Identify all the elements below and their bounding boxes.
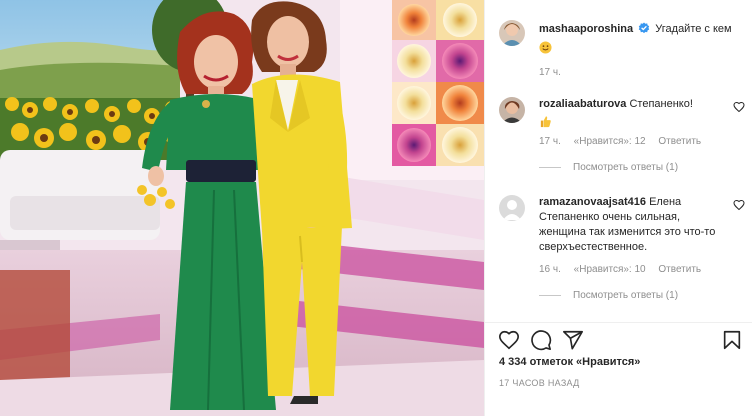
- likes-count[interactable]: 4 334 отметок «Нравится»: [499, 356, 640, 368]
- bookmark-icon[interactable]: [721, 329, 743, 351]
- comment-avatar[interactable]: [499, 195, 525, 221]
- comment-username[interactable]: ramazanovaajsat416: [539, 196, 646, 208]
- comment-likes[interactable]: «Нравится»: 10: [574, 264, 646, 275]
- comment-icon[interactable]: [530, 329, 552, 351]
- comment-time: 16 ч.: [539, 264, 561, 275]
- divider-line: [539, 295, 561, 296]
- comment-avatar[interactable]: [499, 97, 525, 123]
- caption-text: Угадайте с кем: [655, 23, 732, 35]
- action-bar: 4 334 отметок «Нравится» 17 ЧАСОВ НАЗАД: [485, 322, 752, 416]
- comment-time: 17 ч.: [539, 136, 561, 147]
- comment-username[interactable]: rozaliaabaturova: [539, 98, 626, 110]
- post-timestamp: 17 ЧАСОВ НАЗАД: [499, 378, 580, 388]
- heart-icon[interactable]: [498, 329, 520, 351]
- reply-button[interactable]: Ответить: [658, 136, 701, 147]
- view-replies-button[interactable]: Посмотреть ответы (1): [539, 290, 678, 301]
- author-avatar[interactable]: [499, 20, 525, 46]
- comment-1: rozaliaabaturova Степаненко!: [539, 97, 719, 133]
- post-photo[interactable]: [0, 0, 484, 416]
- view-replies-label: Посмотреть ответы (1): [573, 290, 679, 301]
- post-sidebar: mashaaporoshina Угадайте с кем 17 ч. roz…: [484, 0, 752, 416]
- comment-1-meta: 17 ч. «Нравится»: 12 Ответить: [539, 136, 711, 147]
- comment-like-heart-icon[interactable]: [733, 100, 745, 113]
- thumbs-up-icon: [539, 115, 552, 133]
- author-username[interactable]: mashaaporoshina: [539, 23, 633, 35]
- comment-2-meta: 16 ч. «Нравится»: 10 Ответить: [539, 264, 711, 275]
- smiling-face-icon: [539, 41, 552, 59]
- verified-badge-icon: [638, 22, 650, 39]
- reply-button[interactable]: Ответить: [658, 264, 701, 275]
- view-replies-button[interactable]: Посмотреть ответы (1): [539, 162, 678, 173]
- view-replies-label: Посмотреть ответы (1): [573, 162, 679, 173]
- comment-text: Степаненко!: [629, 98, 693, 110]
- comment-like-heart-icon[interactable]: [733, 198, 745, 211]
- comment-2: ramazanovaajsat416 Елена Степаненко очен…: [539, 195, 719, 255]
- paper-plane-icon[interactable]: [562, 329, 584, 351]
- comment-likes[interactable]: «Нравится»: 12: [574, 136, 646, 147]
- divider-line: [539, 167, 561, 168]
- caption-time: 17 ч.: [539, 67, 561, 78]
- post-caption: mashaaporoshina Угадайте с кем: [539, 22, 739, 59]
